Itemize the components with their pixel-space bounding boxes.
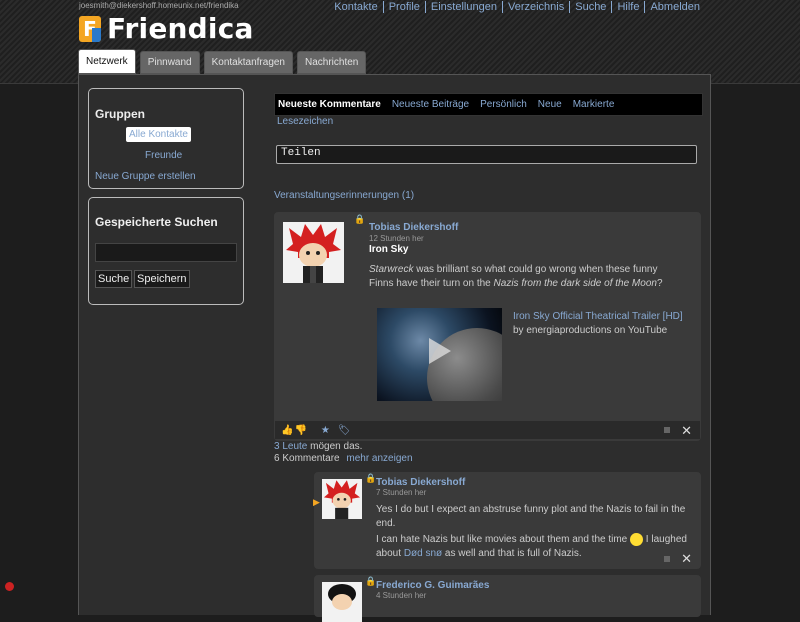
tab-nachrichten[interactable]: Nachrichten bbox=[297, 51, 367, 74]
subtab-lesezeichen[interactable]: Lesezeichen bbox=[277, 116, 333, 127]
tab-pinnwand[interactable]: Pinnwand bbox=[139, 51, 200, 74]
comments-line: 6 Kommentare mehr anzeigen bbox=[274, 453, 413, 464]
dod-sno-link[interactable]: Død snø bbox=[404, 548, 442, 559]
select-checkbox[interactable] bbox=[664, 556, 670, 562]
like-icon[interactable]: 👍 bbox=[281, 425, 293, 436]
header: joesmith@diekershoff.homeunix.net/friend… bbox=[0, 0, 800, 84]
likes-line: 3 Leute mögen das. bbox=[274, 441, 363, 452]
subtab-neueste-beitraege[interactable]: Neueste Beiträge bbox=[389, 99, 477, 110]
event-reminders-link[interactable]: Veranstaltungserinnerungen (1) bbox=[274, 190, 414, 201]
tab-kontaktanfragen[interactable]: Kontaktanfragen bbox=[203, 51, 293, 74]
subtab-markierte[interactable]: Markierte bbox=[570, 99, 623, 110]
smiley-icon bbox=[630, 533, 644, 546]
comment-time: 4 Stunden her bbox=[376, 591, 427, 600]
video-link[interactable]: Iron Sky Official Theatrical Trailer [HD… bbox=[513, 311, 683, 322]
friendica-logo-icon: F bbox=[79, 15, 101, 42]
create-group-link[interactable]: Neue Gruppe erstellen bbox=[95, 171, 196, 182]
nav-kontakte[interactable]: Kontakte bbox=[329, 1, 382, 13]
post-item: 🔒 Tobias Diekershoff 12 Stunden her Iron… bbox=[274, 212, 701, 441]
saved-search-input[interactable] bbox=[95, 243, 237, 262]
show-more-link[interactable]: mehr anzeigen bbox=[346, 453, 412, 464]
play-icon bbox=[429, 338, 451, 364]
dislike-icon[interactable]: 👎 bbox=[294, 425, 306, 436]
nav-abmelden[interactable]: Abmelden bbox=[644, 1, 705, 13]
tab-netzwerk[interactable]: Netzwerk bbox=[78, 49, 136, 74]
nav-profile[interactable]: Profile bbox=[382, 1, 425, 13]
search-button[interactable]: Suche bbox=[95, 270, 133, 288]
lock-icon: 🔒 bbox=[365, 473, 377, 483]
nav-hilfe[interactable]: Hilfe bbox=[611, 1, 644, 13]
tag-icon[interactable]: 🏷 bbox=[338, 425, 351, 436]
bug-icon[interactable] bbox=[5, 582, 14, 591]
subtab-neue[interactable]: Neue bbox=[535, 99, 570, 110]
post-title: Iron Sky bbox=[369, 244, 409, 255]
lock-icon: 🔒 bbox=[354, 214, 366, 224]
video-thumbnail[interactable] bbox=[377, 308, 502, 401]
logo-text: Friendica bbox=[107, 12, 254, 45]
nav-einstellungen[interactable]: Einstellungen bbox=[424, 1, 502, 13]
delete-icon[interactable]: ✕ bbox=[681, 551, 692, 567]
top-nav: Kontakte Profile Einstellungen Verzeichn… bbox=[329, 1, 705, 13]
likes-count-link[interactable]: 3 Leute bbox=[274, 441, 307, 452]
comment-author[interactable]: Frederico G. Guimarães bbox=[376, 580, 489, 591]
comment-item: ▶ 🔒 Tobias Diekershoff 7 Stunden her Yes… bbox=[313, 472, 701, 569]
save-search-button[interactable]: Speichern bbox=[134, 270, 190, 288]
group-friends[interactable]: Freunde bbox=[145, 150, 182, 161]
video-caption: Iron Sky Official Theatrical Trailer [HD… bbox=[513, 311, 683, 336]
group-all-contacts[interactable]: Alle Kontakte bbox=[126, 127, 191, 142]
nav-suche[interactable]: Suche bbox=[569, 1, 611, 13]
nav-verzeichnis[interactable]: Verzeichnis bbox=[501, 1, 569, 13]
saved-searches-box: Gespeicherte Suchen Suche Speichern bbox=[88, 197, 244, 305]
arrow-icon: ▶ bbox=[313, 497, 320, 507]
comment-item: 🔒 Frederico G. Guimarães 4 Stunden her bbox=[314, 575, 701, 622]
network-subtabs: Neueste Kommentare Neueste Beiträge Pers… bbox=[274, 93, 703, 116]
post-author[interactable]: Tobias Diekershoff bbox=[369, 222, 458, 233]
share-input[interactable]: Teilen bbox=[276, 145, 697, 164]
groups-title: Gruppen bbox=[95, 107, 145, 121]
comment-time: 7 Stunden her bbox=[376, 488, 427, 497]
comment-avatar[interactable] bbox=[322, 582, 362, 622]
main-tabs: Netzwerk Pinnwand Kontaktanfragen Nachri… bbox=[78, 49, 370, 74]
star-icon[interactable]: ★ bbox=[321, 425, 330, 436]
subtab-neueste-kommentare[interactable]: Neueste Kommentare bbox=[275, 99, 389, 110]
main-panel: Gruppen Alle Kontakte Freunde Neue Grupp… bbox=[78, 74, 711, 622]
subtab-persoenlich[interactable]: Persönlich bbox=[477, 99, 535, 110]
saved-searches-title: Gespeicherte Suchen bbox=[95, 215, 218, 229]
comment-avatar[interactable] bbox=[322, 479, 362, 519]
user-address: joesmith@diekershoff.homeunix.net/friend… bbox=[79, 1, 239, 10]
delete-icon[interactable]: ✕ bbox=[681, 423, 692, 439]
logo[interactable]: F Friendica bbox=[79, 12, 254, 45]
comment-author[interactable]: Tobias Diekershoff bbox=[376, 477, 465, 488]
post-body: Starwreck was brilliant so what could go… bbox=[369, 264, 663, 289]
select-checkbox[interactable] bbox=[664, 427, 670, 433]
comment-body: Yes I do but I expect an abstruse funny … bbox=[376, 504, 687, 560]
groups-box: Gruppen Alle Kontakte Freunde Neue Grupp… bbox=[88, 88, 244, 189]
lock-icon: 🔒 bbox=[365, 576, 377, 586]
post-time: 12 Stunden her bbox=[369, 234, 424, 243]
post-avatar[interactable] bbox=[283, 222, 344, 283]
post-toolbar: 👍 👎 ★ 🏷 ✕ bbox=[275, 421, 700, 439]
